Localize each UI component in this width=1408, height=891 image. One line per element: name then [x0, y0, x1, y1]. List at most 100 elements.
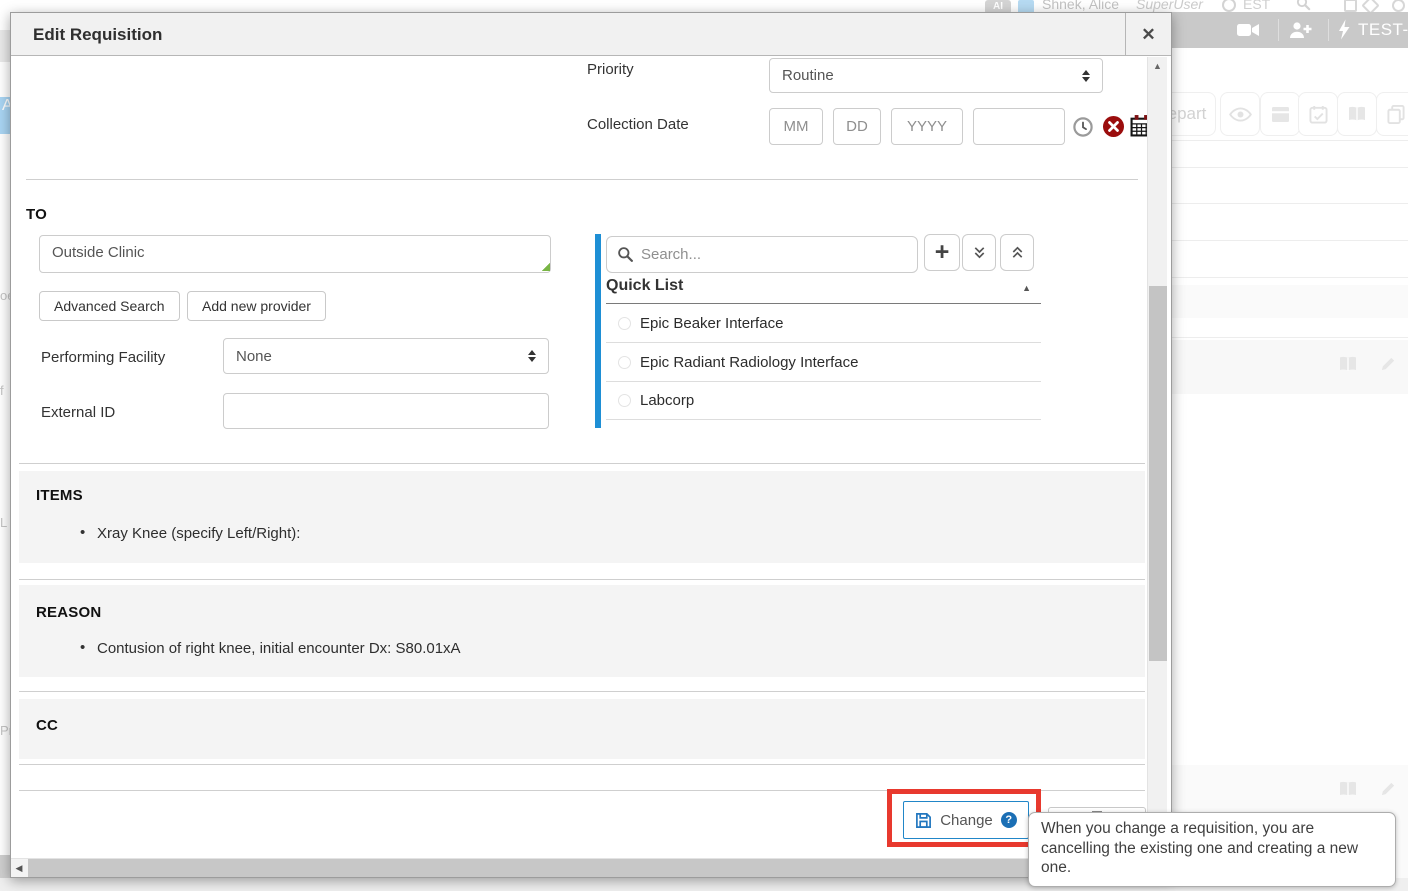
environment-bar: TEST-: [1172, 12, 1408, 48]
toolbar-glyph-icon: [1344, 0, 1357, 12]
scroll-up-arrow[interactable]: ▲: [1148, 57, 1167, 75]
depart-button[interactable]: epart: [1172, 92, 1216, 136]
performing-facility-label: Performing Facility: [41, 349, 165, 366]
pencil-icon[interactable]: [1380, 355, 1397, 372]
active-tab-fragment: A: [0, 97, 10, 134]
radio-icon[interactable]: [618, 317, 631, 330]
panel-accent-bar: [595, 234, 601, 428]
pencil-icon[interactable]: [1380, 780, 1397, 797]
radio-icon[interactable]: [618, 356, 631, 369]
change-button[interactable]: Change ?: [903, 801, 1029, 839]
add-new-provider-button[interactable]: Add new provider: [187, 291, 326, 321]
modal-title: Edit Requisition: [33, 13, 162, 56]
date-month-input[interactable]: [769, 108, 823, 145]
resize-grip-icon[interactable]: [541, 262, 550, 271]
select-arrows-icon: [528, 350, 536, 362]
vertical-scroll-thumb[interactable]: [1149, 286, 1167, 661]
horizontal-scroll-thumb[interactable]: [28, 859, 1140, 877]
time-clock-icon[interactable]: [1073, 117, 1093, 137]
date-time-input[interactable]: [973, 108, 1065, 145]
modal-header: Edit Requisition ✕: [11, 13, 1171, 56]
vertical-scrollbar[interactable]: ▲: [1147, 57, 1167, 858]
copy-button[interactable]: [1376, 92, 1408, 136]
edit-requisition-modal: Edit Requisition ✕ Priority Routine Coll…: [10, 12, 1172, 878]
double-chevron-down-icon: [972, 245, 987, 260]
double-chevron-up-icon: [1010, 245, 1025, 260]
section-divider: [19, 790, 1145, 791]
section-divider: [26, 179, 1138, 180]
collection-date-label: Collection Date: [587, 116, 689, 133]
clear-date-icon[interactable]: [1103, 116, 1124, 137]
close-icon: ✕: [1141, 25, 1155, 44]
quick-list-item[interactable]: Labcorp: [606, 382, 1041, 420]
section-divider: [19, 691, 1145, 692]
chart-button[interactable]: [1337, 92, 1377, 136]
close-button[interactable]: ✕: [1125, 13, 1171, 56]
archive-icon: [1271, 106, 1290, 123]
add-provider-button[interactable]: +: [924, 234, 960, 271]
reason-heading: REASON: [36, 604, 101, 621]
collapse-all-button[interactable]: [1000, 234, 1034, 271]
view-button[interactable]: [1220, 92, 1260, 136]
quick-list-item[interactable]: Epic Beaker Interface: [606, 304, 1041, 343]
item-entry: Xray Knee (specify Left/Right):: [97, 525, 300, 542]
select-arrows-icon: [1082, 70, 1090, 82]
background-left-edge: A oe f L Pr er: [0, 12, 10, 878]
hidden-button-fragment: [0, 30, 10, 62]
book-icon: [1347, 106, 1367, 122]
cc-heading: CC: [36, 717, 58, 734]
change-label: Change: [940, 812, 993, 829]
book-icon[interactable]: [1338, 781, 1358, 797]
priority-value: Routine: [782, 67, 1082, 84]
date-day-input[interactable]: [833, 108, 881, 145]
radio-icon[interactable]: [618, 394, 631, 407]
items-heading: ITEMS: [36, 487, 83, 504]
cc-section: CC: [19, 699, 1145, 759]
ai-badge: AI: [985, 0, 1011, 12]
search-icon: [1296, 0, 1311, 11]
collapse-section-icon[interactable]: ▲: [1022, 283, 1031, 293]
external-id-input[interactable]: [223, 393, 549, 429]
horizontal-scrollbar[interactable]: ◀: [11, 858, 1147, 877]
plus-icon: +: [935, 238, 950, 267]
toolbar-arrow-icon: [1361, 0, 1379, 12]
reason-section: REASON Contusion of right knee, initial …: [19, 585, 1145, 677]
save-icon: [915, 812, 932, 829]
app-square-icon: [1018, 0, 1034, 12]
copy-icon: [1387, 105, 1405, 124]
performing-facility-select[interactable]: None: [223, 338, 549, 374]
help-icon[interactable]: ?: [1001, 812, 1017, 828]
schedule-button[interactable]: [1298, 92, 1338, 136]
archive-button[interactable]: [1260, 92, 1300, 136]
scroll-track-fragment: [0, 855, 10, 878]
background-topbar: AI Shnek, Alice SuperUser EST: [0, 0, 1408, 12]
expand-all-button[interactable]: [962, 234, 996, 271]
lightning-icon[interactable]: [1338, 19, 1350, 40]
add-person-icon[interactable]: [1288, 21, 1314, 39]
quick-list-title: Quick List: [606, 277, 683, 294]
scroll-left-arrow[interactable]: ◀: [11, 859, 27, 877]
toolbar-globe-icon: [1392, 0, 1405, 12]
to-heading: TO: [26, 206, 47, 223]
section-divider: [19, 463, 1145, 464]
environment-label: TEST-: [1358, 20, 1408, 40]
items-section: ITEMS Xray Knee (specify Left/Right):: [19, 471, 1145, 563]
calendar-check-icon: [1309, 105, 1328, 124]
priority-select[interactable]: Routine: [769, 58, 1103, 93]
date-year-input[interactable]: [891, 108, 963, 145]
advanced-search-button[interactable]: Advanced Search: [39, 291, 180, 321]
section-divider: [19, 764, 1145, 765]
user-name: Shnek, Alice: [1042, 0, 1119, 12]
timezone-label: EST: [1243, 0, 1270, 12]
user-role: SuperUser: [1136, 0, 1203, 12]
book-icon[interactable]: [1338, 356, 1358, 372]
clock-icon: [1222, 0, 1236, 12]
provider-search-input[interactable]: [641, 246, 891, 263]
eye-icon: [1229, 107, 1252, 122]
quick-list-item[interactable]: Epic Radiant Radiology Interface: [606, 343, 1041, 382]
background-content: TEST- epart: [1172, 12, 1408, 878]
video-camera-icon[interactable]: [1236, 22, 1260, 38]
change-tooltip: When you change a requisition, you are c…: [1028, 812, 1396, 887]
tooltip-text: When you change a requisition, you are c…: [1041, 820, 1358, 876]
recipient-textarea[interactable]: Outside Clinic: [39, 235, 551, 273]
